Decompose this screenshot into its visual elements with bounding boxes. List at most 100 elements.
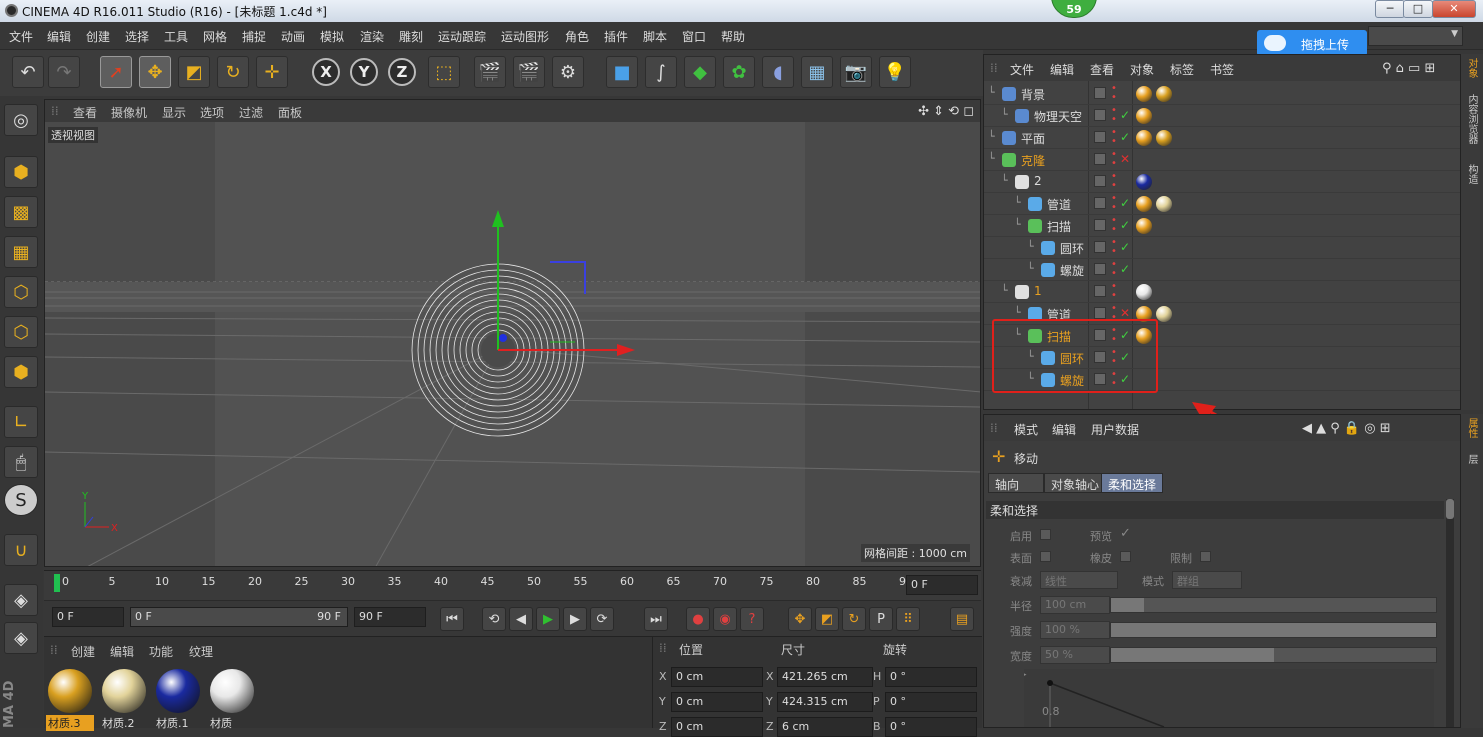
- go-to-start-icon[interactable]: ⏮: [440, 607, 464, 631]
- object-name[interactable]: 平面: [1021, 130, 1045, 147]
- snap-icon[interactable]: ∪: [4, 534, 38, 566]
- go-to-end-icon[interactable]: ⏭: [644, 607, 668, 631]
- object-tag-icon[interactable]: [1156, 196, 1172, 212]
- tree-branch-icon[interactable]: └: [1027, 262, 1034, 275]
- viewport-menu-filter[interactable]: 过滤: [239, 104, 263, 121]
- enable-check-icon[interactable]: ✓: [1120, 218, 1130, 232]
- layer-swatch[interactable]: [1094, 285, 1106, 297]
- material-menu-texture[interactable]: 纹理: [189, 643, 213, 660]
- menu-select[interactable]: 选择: [125, 28, 149, 45]
- side-tab-attributes[interactable]: 属性: [1464, 418, 1479, 438]
- side-tab-objects[interactable]: 对象: [1464, 58, 1479, 78]
- tab-soft-selection[interactable]: 柔和选择: [1101, 473, 1164, 493]
- falloff-graph[interactable]: ▸: [1024, 669, 1434, 727]
- tree-branch-icon[interactable]: └: [1001, 284, 1008, 297]
- falloff-dropdown[interactable]: 线性: [1040, 571, 1118, 589]
- visibility-dots-icon[interactable]: • •: [1111, 238, 1117, 257]
- polygons-mode-icon[interactable]: ⬢: [4, 356, 38, 388]
- menu-snap[interactable]: 捕捉: [242, 28, 266, 45]
- material-swatch[interactable]: 材质.2: [100, 669, 148, 731]
- attr-menu-edit[interactable]: 编辑: [1052, 421, 1076, 438]
- menu-render[interactable]: 渲染: [360, 28, 384, 45]
- viewport-menu-display[interactable]: 显示: [162, 104, 186, 121]
- size-field[interactable]: 424.315 cm: [777, 692, 873, 712]
- key-rotation-icon[interactable]: ↻: [842, 607, 866, 631]
- tree-branch-icon[interactable]: └: [1001, 174, 1008, 187]
- size-field[interactable]: 421.265 cm: [777, 667, 873, 687]
- end-frame-field[interactable]: 90 F: [354, 607, 426, 627]
- rotation-field[interactable]: 0 °: [885, 717, 977, 737]
- tree-branch-icon[interactable]: └: [1001, 108, 1008, 121]
- x-axis-icon[interactable]: X: [312, 58, 340, 86]
- model-mode-icon[interactable]: ⬢: [4, 156, 38, 188]
- attr-nav-icon[interactable]: ◀ ▲ ⚲ 🔒 ◎ ⊞: [1302, 421, 1391, 436]
- layer-swatch[interactable]: [1094, 109, 1106, 121]
- object-menu-bookmarks[interactable]: 书签: [1210, 61, 1234, 78]
- tree-branch-icon[interactable]: └: [1014, 196, 1021, 209]
- visibility-dots-icon[interactable]: • •: [1111, 106, 1117, 125]
- workplane-lock-icon[interactable]: ◈: [4, 584, 38, 616]
- key-points-icon[interactable]: ⠿: [896, 607, 920, 631]
- radius-slider[interactable]: [1110, 597, 1437, 613]
- position-field[interactable]: 0 cm: [671, 692, 763, 712]
- autokey-icon[interactable]: ◉: [713, 607, 737, 631]
- next-frame-icon[interactable]: ▶: [563, 607, 587, 631]
- tab-axis[interactable]: 轴向: [988, 473, 1044, 493]
- object-name[interactable]: 物理天空: [1034, 108, 1082, 125]
- viewport-menu-camera[interactable]: 摄像机: [111, 104, 147, 121]
- scale-icon[interactable]: ◩: [178, 56, 210, 88]
- frame-range-slider[interactable]: 0 F 90 F: [130, 607, 348, 627]
- material-swatch[interactable]: 材质.3: [46, 669, 94, 731]
- viewport-menu-view[interactable]: 查看: [73, 104, 97, 121]
- y-axis-icon[interactable]: Y: [350, 58, 378, 86]
- locked-workplane-icon[interactable]: ◈: [4, 622, 38, 654]
- menu-animate[interactable]: 动画: [281, 28, 305, 45]
- strength-field[interactable]: 100 %: [1040, 621, 1110, 639]
- object-menu-view[interactable]: 查看: [1090, 61, 1114, 78]
- visibility-dots-icon[interactable]: • •: [1111, 260, 1117, 279]
- enable-check-icon[interactable]: ✓: [1120, 196, 1130, 210]
- camera-icon[interactable]: 📷: [840, 56, 872, 88]
- object-tag-icon[interactable]: [1156, 130, 1172, 146]
- start-frame-field[interactable]: 0 F: [52, 607, 124, 627]
- viewport-menu-panel[interactable]: 面板: [278, 104, 302, 121]
- enable-checkbox[interactable]: [1040, 529, 1051, 540]
- redo-icon[interactable]: ↷: [48, 56, 80, 88]
- menu-simulate[interactable]: 模拟: [320, 28, 344, 45]
- menu-tools[interactable]: 工具: [164, 28, 188, 45]
- cloner-icon[interactable]: ✿: [723, 56, 755, 88]
- render-picture-viewer-icon[interactable]: 🎬: [513, 56, 545, 88]
- menu-window[interactable]: 窗口: [682, 28, 706, 45]
- key-position-icon[interactable]: ✥: [788, 607, 812, 631]
- rubber-checkbox[interactable]: [1120, 551, 1131, 562]
- object-row[interactable]: └ 螺旋 • • ✓: [984, 259, 1460, 281]
- object-row[interactable]: └ 扫描 • • ✓: [984, 215, 1460, 237]
- layer-swatch[interactable]: [1094, 263, 1106, 275]
- enable-check-icon[interactable]: ✕: [1120, 306, 1130, 320]
- layer-swatch[interactable]: [1094, 87, 1106, 99]
- object-tag-icon[interactable]: [1136, 218, 1152, 234]
- previous-key-icon[interactable]: ⟲: [482, 607, 506, 631]
- object-name[interactable]: 2: [1034, 174, 1042, 188]
- menu-file[interactable]: 文件: [9, 28, 33, 45]
- size-field[interactable]: 6 cm: [777, 717, 873, 737]
- visibility-dots-icon[interactable]: • •: [1111, 282, 1117, 301]
- strength-slider[interactable]: [1110, 622, 1437, 638]
- material-swatch[interactable]: 材质: [208, 669, 256, 731]
- current-frame-field[interactable]: 0 F: [906, 575, 978, 595]
- surface-checkbox[interactable]: [1040, 551, 1051, 562]
- floor-icon[interactable]: ▦: [801, 56, 833, 88]
- rotation-field[interactable]: 0 °: [885, 692, 977, 712]
- object-menu-edit[interactable]: 编辑: [1050, 61, 1074, 78]
- key-parameter-icon[interactable]: P: [869, 607, 893, 631]
- rotation-field[interactable]: 0 °: [885, 667, 977, 687]
- tree-branch-icon[interactable]: └: [1014, 218, 1021, 231]
- close-button[interactable]: ✕: [1432, 0, 1476, 18]
- edges-mode-icon[interactable]: ⬡: [4, 316, 38, 348]
- object-name[interactable]: 管道: [1047, 196, 1071, 213]
- menu-sculpt[interactable]: 雕刻: [399, 28, 423, 45]
- material-swatch[interactable]: 材质.1: [154, 669, 202, 731]
- next-key-icon[interactable]: ⟳: [590, 607, 614, 631]
- attr-menu-mode[interactable]: 模式: [1014, 421, 1038, 438]
- attr-menu-user-data[interactable]: 用户数据: [1091, 421, 1139, 438]
